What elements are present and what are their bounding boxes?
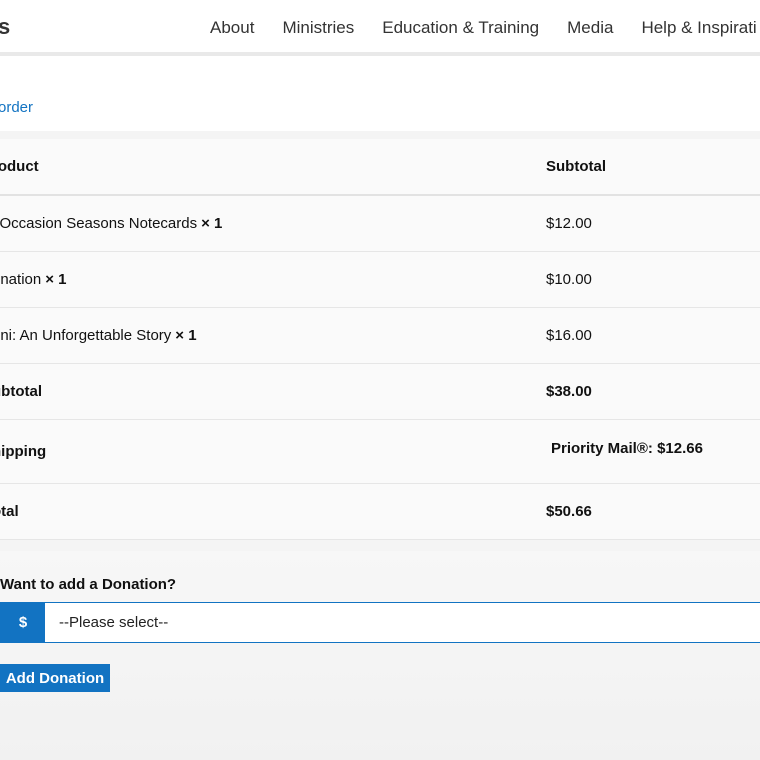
nav-help-inspiration[interactable]: Help & Inspirati — [641, 18, 756, 38]
product-quantity: × 1 — [175, 326, 197, 344]
table-row: oni: An Unforgettable Story × 1 $16.00 — [0, 307, 760, 364]
nav-media[interactable]: Media — [567, 18, 613, 38]
product-price: $12.00 — [546, 195, 760, 252]
subtotal-column-header: Subtotal — [546, 139, 760, 196]
product-quantity: × 1 — [45, 270, 67, 288]
main-nav: About Ministries Education & Training Me… — [210, 18, 757, 38]
shipping-method: Priority Mail®: $12.66 — [546, 419, 760, 484]
subtotal-label: ubtotal — [0, 363, 546, 420]
donation-select-group: $ --Please select-- — [0, 602, 760, 643]
product-name: onation× 1 — [0, 251, 546, 308]
shipping-row: hipping Priority Mail®: $12.66 — [0, 419, 760, 484]
donation-title: Want to add a Donation? — [0, 576, 177, 593]
your-order-link[interactable]: order — [0, 99, 33, 116]
total-label: otal — [0, 483, 546, 540]
subtotal-value: $38.00 — [546, 363, 760, 420]
product-price: $10.00 — [546, 251, 760, 308]
donation-section: Want to add a Donation? $ --Please selec… — [0, 551, 760, 760]
nav-ministries[interactable]: Ministries — [282, 18, 354, 38]
product-column-header: roduct — [0, 139, 546, 196]
product-name: oni: An Unforgettable Story × 1 — [0, 307, 546, 364]
table-header-row: roduct Subtotal — [0, 139, 760, 196]
site-logo[interactable]: s — [0, 14, 10, 40]
dollar-icon: $ — [1, 603, 45, 642]
total-value: $50.66 — [546, 483, 760, 540]
total-row: otal $50.66 — [0, 483, 760, 540]
add-donation-button[interactable]: Add Donation — [0, 664, 110, 692]
donation-amount-select[interactable]: --Please select-- — [45, 603, 760, 642]
site-header: s About Ministries Education & Training … — [0, 0, 760, 56]
checkout-page: s About Ministries Education & Training … — [0, 0, 760, 760]
subtotal-row: ubtotal $38.00 — [0, 363, 760, 420]
table-row: onation× 1 $10.00 — [0, 251, 760, 308]
order-review-section: roduct Subtotal l Occasion Seasons Notec… — [0, 131, 760, 551]
product-name: l Occasion Seasons Notecards × 1 — [0, 195, 546, 252]
nav-about[interactable]: About — [210, 18, 254, 38]
shipping-label: hipping — [0, 419, 546, 484]
order-table: roduct Subtotal l Occasion Seasons Notec… — [0, 139, 760, 540]
product-price: $16.00 — [546, 307, 760, 364]
table-row: l Occasion Seasons Notecards × 1 $12.00 — [0, 195, 760, 252]
nav-education-training[interactable]: Education & Training — [382, 18, 539, 38]
product-quantity: × 1 — [201, 214, 223, 232]
